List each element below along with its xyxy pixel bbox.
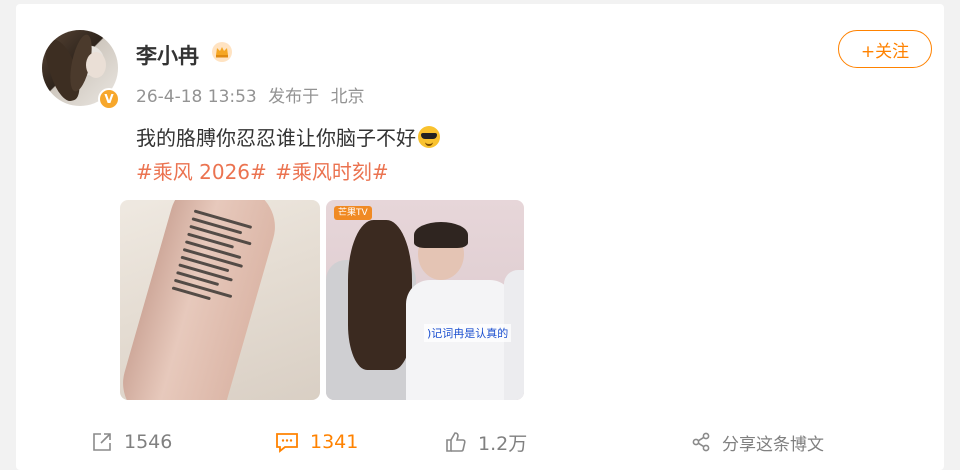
- repost-count: 1546: [124, 431, 173, 453]
- post-source-prefix: 发布于: [268, 87, 320, 107]
- share-icon: [692, 432, 710, 452]
- share-label: 分享这条博文: [722, 434, 824, 455]
- post-text: 我的胳膊你忍忍谁让你脑子不好: [136, 126, 416, 150]
- post-card: V 李小冉 26-4-18 13:53 发布于 北京 +关注 我的胳膊你忍忍谁让…: [16, 4, 944, 470]
- post-time[interactable]: 26-4-18 13:53: [136, 87, 257, 107]
- repost-button[interactable]: 1546: [90, 422, 172, 462]
- cool-sunglasses-emoji-icon: [418, 126, 440, 148]
- stage-rehearsal-photo[interactable]: 芒果TV )记词冉是认真的: [326, 200, 524, 400]
- post-meta: 26-4-18 13:53 发布于 北京: [136, 82, 371, 107]
- crown-icon: [212, 42, 232, 62]
- comment-count: 1341: [310, 431, 359, 453]
- comment-button[interactable]: 1341: [274, 422, 358, 462]
- action-bar: 1546 1341 1.2万 分享这条博文: [16, 422, 944, 462]
- person-hair: [414, 222, 468, 248]
- tag-link[interactable]: #乘风时刻#: [275, 160, 389, 184]
- post-body: 我的胳膊你忍忍谁让你脑子不好: [136, 122, 440, 151]
- share-button[interactable]: 分享这条博文: [690, 422, 824, 462]
- comment-icon: [276, 433, 298, 453]
- tag-link[interactable]: #乘风 2026#: [136, 160, 267, 184]
- arm-with-lyrics-photo[interactable]: [120, 200, 320, 400]
- repost-icon: [93, 433, 111, 451]
- like-count: 1.2万: [478, 432, 528, 455]
- like-button[interactable]: 1.2万: [444, 422, 527, 462]
- avatar-face: [86, 52, 106, 78]
- post-tags: #乘风 2026# #乘风时刻#: [136, 156, 391, 185]
- author-name[interactable]: 李小冉: [136, 40, 199, 70]
- video-subtitle: )记词冉是认真的: [424, 324, 512, 342]
- verified-badge-icon: V: [98, 88, 120, 110]
- person-hair: [348, 220, 412, 370]
- like-icon: [446, 432, 466, 452]
- mango-tv-logo: 芒果TV: [334, 206, 372, 220]
- post-location: 北京: [330, 87, 365, 107]
- follow-button[interactable]: +关注: [838, 30, 932, 68]
